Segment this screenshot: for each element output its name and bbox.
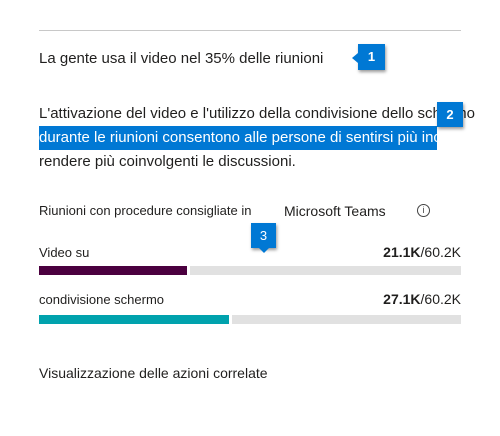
info-icon[interactable]: i [417,204,430,217]
progress-fill [39,266,187,275]
callout-badge-2: 2 [437,102,463,127]
metric-count: 21.1K [383,244,421,260]
metric-label-screen-share: condivisione schermo [39,292,165,307]
description-line-2-selected: durante le riunioni consentono alle pers… [39,126,437,150]
metric-value-screen-share: 27.1K/60.2K [383,291,461,307]
metric-total: /60.2K [420,244,461,260]
divider [39,30,461,31]
description-line-3: rendere più coinvolgenti le discussioni. [39,153,296,170]
related-actions-link[interactable]: Visualizzazione delle azioni correlate [39,365,268,381]
headline: La gente usa il video nel 35% delle riun… [39,50,324,67]
metric-value-video: 21.1K/60.2K [383,244,461,260]
progress-remaining [190,266,461,275]
metric-label-video: Video su [39,245,90,260]
progress-remaining [232,315,461,324]
description-line-1: L'attivazione del video e l'utilizzo del… [39,105,475,122]
description: L'attivazione del video e l'utilizzo del… [39,102,479,174]
section-label: Riunioni con procedure consigliate in [39,203,252,218]
callout-badge-1: 1 [352,44,385,70]
metric-total: /60.2K [420,291,461,307]
progress-fill [39,315,229,324]
callout-badge-3: 3 [251,223,276,253]
metric-count: 27.1K [383,291,421,307]
product-name: Microsoft Teams [284,203,386,219]
progress-bar-video [39,266,461,275]
progress-bar-screen-share [39,315,461,324]
